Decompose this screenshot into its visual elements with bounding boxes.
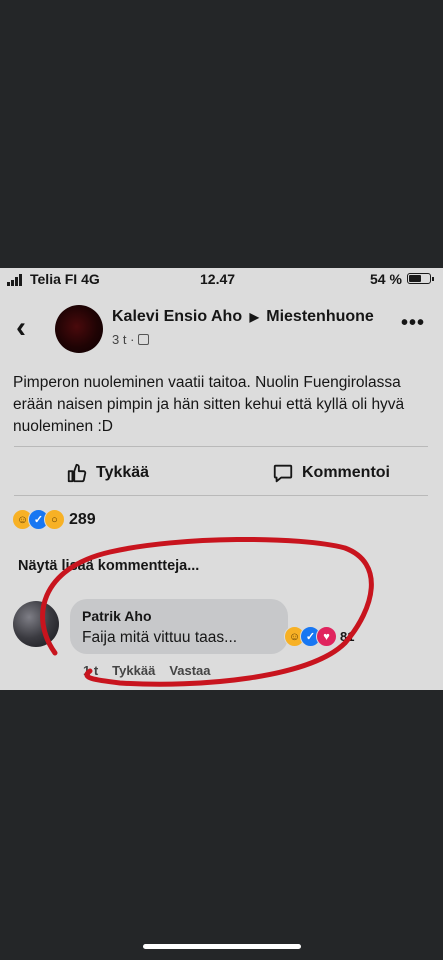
post-header-title: Kalevi Ensio Aho ▶ Miestenhuone [112,308,374,326]
signal-icon [7,274,22,286]
post-reactions[interactable]: ☺ ✓ ○ 289 [12,509,96,530]
love-reaction-icon: ♥ [316,626,337,647]
back-icon[interactable]: ‹ [16,313,26,343]
wow-reaction-icon: ○ [44,509,65,530]
screenshot: Telia FI 4G 12.47 54 % ‹ Kalevi Ensio Ah… [0,268,443,690]
battery-tip [432,277,434,281]
comment-bubble: Patrik Aho Faija mitä vittuu taas... [70,599,288,654]
commenter-name[interactable]: Patrik Aho [82,608,152,624]
comment-reaction-count: 81 [340,629,355,644]
thumbs-up-icon [67,463,87,483]
comment-like-button[interactable]: Tykkää [112,663,155,678]
divider [14,446,428,447]
like-label: Tykkää [96,464,150,481]
carrier: Telia FI 4G [30,271,100,287]
post-meta: 3 t · [112,332,150,347]
home-indicator[interactable] [143,944,301,949]
divider [14,495,428,496]
like-button[interactable]: Tykkää [66,460,149,486]
author-name[interactable]: Kalevi Ensio Aho [112,308,242,325]
post-time[interactable]: 3 t · [112,332,134,347]
post-text: Pimperon nuoleminen vaatii taitoa. Nuoli… [13,374,405,435]
status-bar: Telia FI 4G 12.47 54 % [0,268,443,292]
comment-button[interactable]: Kommentoi [272,460,390,486]
comment-time: 1 t [83,663,99,678]
battery-icon [407,273,431,284]
author-avatar[interactable] [55,305,103,353]
reaction-count: 289 [69,510,96,528]
audience-icon [138,334,150,345]
comment-text: Faija mitä vittuu taas... [82,629,238,646]
clock: 12.47 [200,271,236,287]
more-options-icon[interactable]: ••• [401,312,425,335]
speech-bubble-icon [273,464,293,483]
arrow-right-icon: ▶ [249,310,259,324]
view-more-comments-link[interactable]: Näytä lisää kommentteja... [18,558,199,574]
group-name[interactable]: Miestenhuone [266,308,374,325]
comment-label: Kommentoi [302,464,390,481]
commenter-avatar[interactable] [13,601,59,647]
comment-reactions[interactable]: ☺ ✓ ♥ 81 [284,626,354,647]
battery-percent: 54 % [370,271,402,287]
comment-actions: 1 t Tykkää Vastaa [83,663,211,678]
comment-reply-button[interactable]: Vastaa [169,663,210,678]
